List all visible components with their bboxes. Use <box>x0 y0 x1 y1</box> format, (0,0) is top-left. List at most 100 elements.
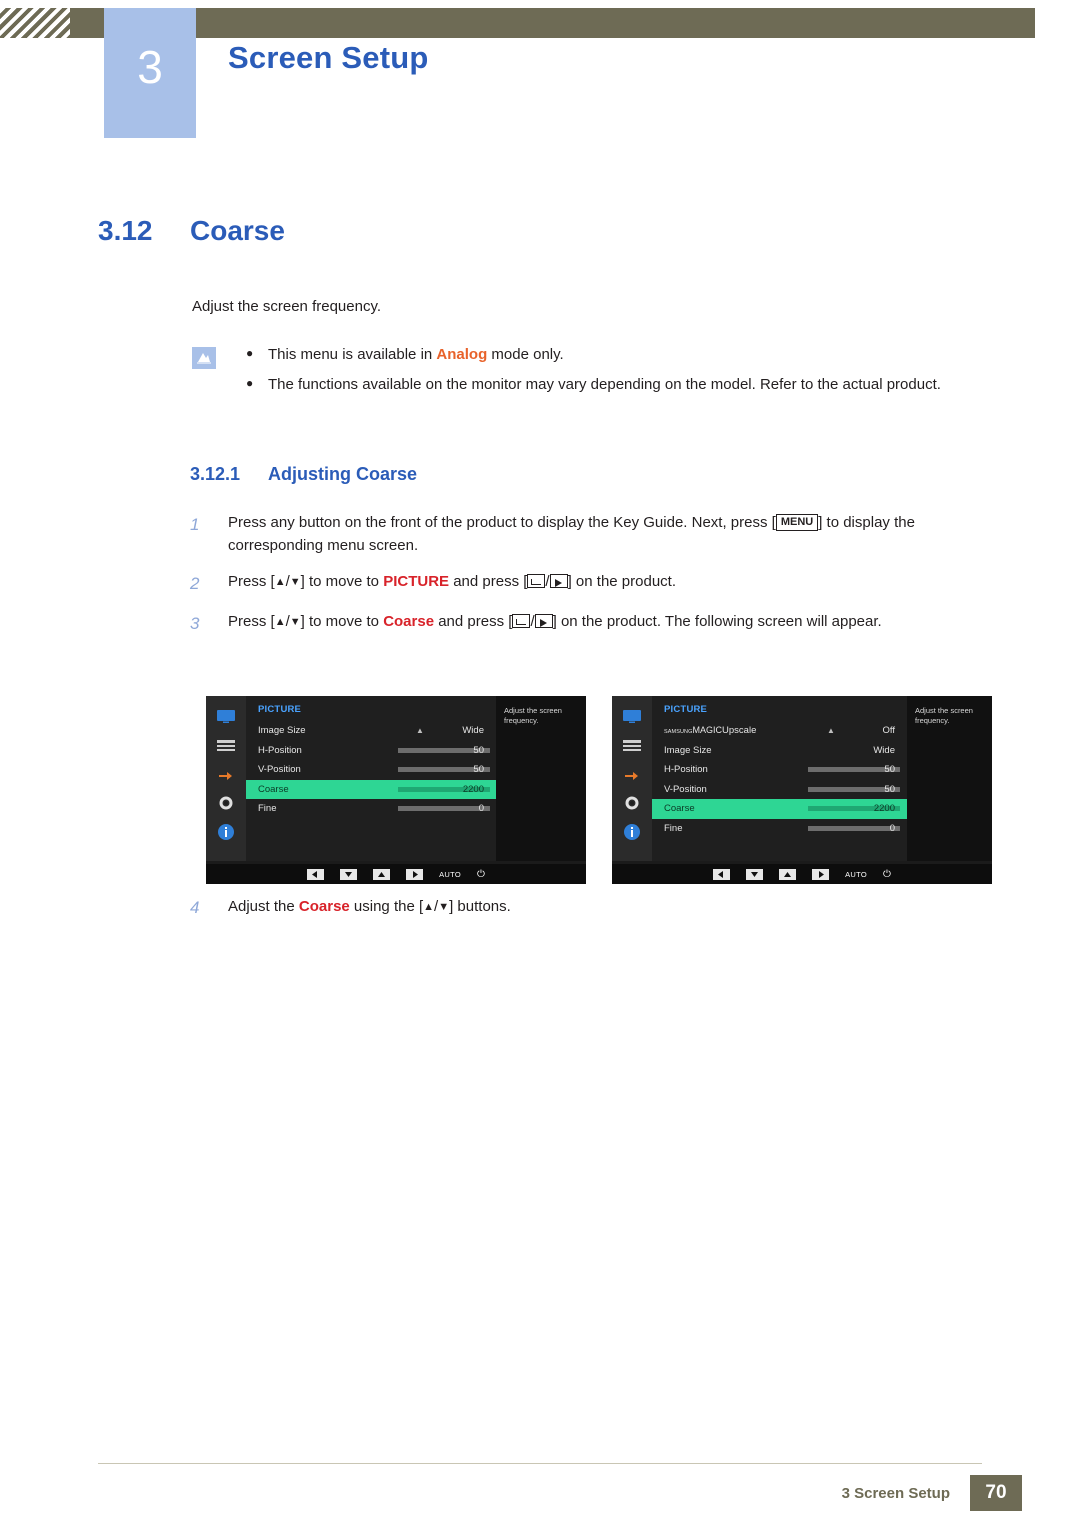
step-text-d: ] on the product. The following screen w… <box>552 612 882 630</box>
osd-row-label: Image Size <box>258 725 306 737</box>
osd-menu-panel: PICTURE SAMSUNG MAGIC Upscale ▲ Off Image … <box>652 696 907 861</box>
osd-slider[interactable] <box>398 806 490 812</box>
osd-row-label: H-Position <box>258 744 302 756</box>
osd-button-bar: AUTO ⏻ <box>206 864 586 884</box>
section-heading: 3.12 Coarse <box>98 215 285 247</box>
monitor-icon <box>215 706 237 726</box>
up-arrow-icon: ▲ <box>274 615 286 628</box>
osd-row-h-position[interactable]: H-Position 50 <box>246 741 496 761</box>
step-text-a: Adjust the <box>228 898 299 915</box>
step-text-c: ] buttons. <box>449 898 511 915</box>
step-item-2: 2 Press [▲/▼] to move to PICTURE and pre… <box>190 571 1010 597</box>
footer-chapter-label: 3 Screen Setup <box>841 1485 950 1502</box>
down-arrow-button-icon[interactable] <box>340 868 358 880</box>
up-arrow-button-icon[interactable] <box>373 868 391 880</box>
page-number-badge: 70 <box>970 1475 1022 1511</box>
osd-button-bar: AUTO ⏻ <box>612 864 992 884</box>
right-arrow-button-icon[interactable] <box>812 868 830 880</box>
osd-icon-column <box>206 696 246 861</box>
note-text: The functions available on the monitor m… <box>268 375 941 393</box>
step-number: 2 <box>190 574 200 593</box>
osd-row-label: SAMSUNG MAGIC Upscale <box>664 725 756 736</box>
page-footer: 3 Screen Setup 70 <box>0 1455 1080 1527</box>
footer-divider <box>98 1463 982 1464</box>
section-number: 3.12 <box>98 215 153 246</box>
power-icon[interactable]: ⏻ <box>477 869 485 880</box>
osd-row-label: Fine <box>664 822 683 834</box>
osd-row-value: Off <box>882 725 896 737</box>
step-text-b: using the [ <box>349 898 424 915</box>
osd-help-panel: Adjust the screen frequency. <box>907 696 992 861</box>
header-hatch-decoration <box>0 8 70 38</box>
enter-key-icon <box>549 574 568 588</box>
intro-paragraph: Adjust the screen frequency. <box>192 298 381 315</box>
osd-row-label: Coarse <box>664 803 695 815</box>
picture-icon <box>621 735 643 755</box>
osd-row-value: 50 <box>473 744 484 756</box>
step-text: Adjust the Coarse using the [▲/▼] button… <box>228 898 511 915</box>
picture-icon <box>215 735 237 755</box>
note-text: This menu is available in Analog mode on… <box>268 344 1006 366</box>
samsung-brand-text: SAMSUNG <box>664 729 693 736</box>
osd-row-image-size[interactable]: Image Size Wide <box>652 741 907 761</box>
osd-row-magic-upscale[interactable]: SAMSUNG MAGIC Upscale ▲ Off <box>652 721 907 741</box>
note-item: ● The functions available on the monitor… <box>246 374 1006 396</box>
monitor-icon <box>621 706 643 726</box>
step-text-a: Press any button on the front of the pro… <box>228 514 776 531</box>
osd-row-coarse[interactable]: Coarse 2200 <box>246 779 496 799</box>
osd-row-fine[interactable]: Fine 0 <box>652 819 907 839</box>
information-icon <box>621 822 643 842</box>
subsection-number: 3.12.1 <box>190 464 241 484</box>
down-arrow-button-icon[interactable] <box>746 868 764 880</box>
down-arrow-icon: ▼ <box>438 901 450 913</box>
step-number: 1 <box>190 515 200 534</box>
osd-row-label: Coarse <box>258 783 289 795</box>
osd-row-fine[interactable]: Fine 0 <box>246 799 496 819</box>
step-text-c: and press [ <box>434 612 513 630</box>
bullet-icon: ● <box>246 346 254 360</box>
osd-row-value: 2200 <box>462 783 484 795</box>
osd-row-value: Wide <box>462 725 484 737</box>
auto-button-label[interactable]: AUTO <box>439 870 461 879</box>
chapter-number: 3 <box>137 41 163 93</box>
osd-help-panel: Adjust the screen frequency. <box>496 696 586 861</box>
step-text: Press [▲/▼] to move to Coarse and press … <box>228 612 882 630</box>
osd-row-value: 0 <box>889 822 895 834</box>
up-arrow-button-icon[interactable] <box>779 868 797 880</box>
note-item: ● This menu is available in Analog mode … <box>246 344 1006 366</box>
osd-row-label: Image Size <box>664 744 712 756</box>
step-text-b: ] to move to <box>300 573 384 590</box>
step-text-d: ] on the product. <box>567 573 676 590</box>
osd-row-v-position[interactable]: V-Position 50 <box>652 780 907 800</box>
chapter-badge: 3 <box>104 8 196 138</box>
right-arrow-button-icon[interactable] <box>406 868 424 880</box>
auto-button-label[interactable]: AUTO <box>845 870 867 879</box>
osd-icon-column <box>612 696 652 861</box>
step-text-c: and press [ <box>449 573 528 590</box>
osd-row-coarse[interactable]: Coarse 2200 <box>652 799 907 819</box>
step-item-4: 4 Adjust the Coarse using the [▲/▼] butt… <box>190 898 1010 918</box>
osd-row-v-position[interactable]: V-Position 50 <box>246 760 496 780</box>
step-text-b: ] to move to <box>300 612 384 630</box>
steps-list: 1 Press any button on the front of the p… <box>190 512 1010 650</box>
osd-slider[interactable] <box>808 825 900 831</box>
left-arrow-button-icon[interactable] <box>307 868 325 880</box>
osd-screenshot-model-b: PICTURE SAMSUNG MAGIC Upscale ▲ Off Image … <box>612 696 992 884</box>
up-arrow-icon: ▲ <box>423 901 435 913</box>
section-title-text: Coarse <box>190 215 285 246</box>
page-header: 3 Screen Setup <box>0 0 1080 140</box>
osd-menu-panel: PICTURE Image Size ▲ Wide H-Position 50 … <box>246 696 496 861</box>
osd-row-image-size[interactable]: Image Size ▲ Wide <box>246 721 496 741</box>
note-text-suffix: mode only. <box>487 346 564 363</box>
power-icon[interactable]: ⏻ <box>883 869 891 880</box>
osd-row-h-position[interactable]: H-Position 50 <box>652 760 907 780</box>
upscale-text: Upscale <box>722 725 757 737</box>
chapter-title: Screen Setup <box>228 40 429 75</box>
notes-list: ● This menu is available in Analog mode … <box>246 344 1006 404</box>
osd-row-value: 50 <box>884 783 895 795</box>
menu-keycap: MENU <box>775 514 819 531</box>
step-number: 4 <box>190 898 200 917</box>
left-arrow-button-icon[interactable] <box>713 868 731 880</box>
step-target: Coarse <box>298 898 350 915</box>
osd-row-label: V-Position <box>258 764 301 776</box>
